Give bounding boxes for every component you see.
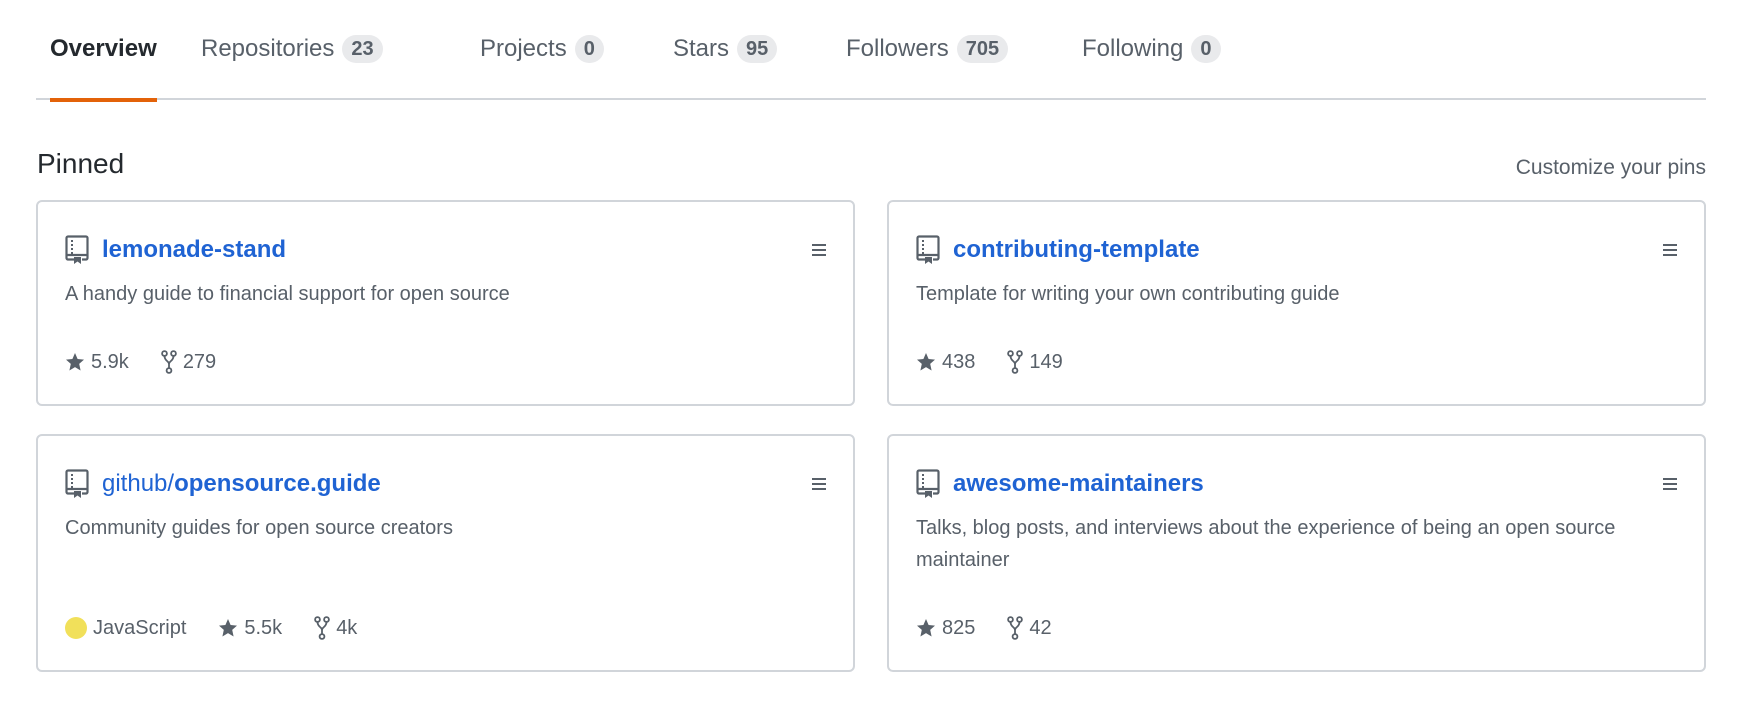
star-icon <box>916 618 936 638</box>
repo-link[interactable]: awesome-maintainers <box>953 470 1204 498</box>
fork-count: 149 <box>1029 350 1063 373</box>
tab-label: Repositories <box>201 35 335 62</box>
repo-link[interactable]: lemonade-stand <box>102 236 286 264</box>
tab-label: Stars <box>673 35 730 62</box>
pinned-card: lemonade-stand A handy guide to financia… <box>36 200 855 406</box>
star-count: 5.5k <box>244 616 283 639</box>
grabber-icon[interactable] <box>811 476 827 492</box>
pinned-card: github/opensource.guide Community guides… <box>36 434 855 672</box>
repo-link[interactable]: contributing-template <box>953 236 1200 264</box>
tab-following[interactable]: Following 0 <box>1082 0 1221 100</box>
star-count: 5.9k <box>91 350 129 373</box>
customize-pins-link[interactable]: Customize your pins <box>1516 156 1706 180</box>
stargazers-link[interactable]: 5.9k <box>65 351 129 374</box>
card-header: awesome-maintainers <box>916 469 1204 499</box>
language-color-dot <box>65 617 87 639</box>
repo-icon <box>916 469 940 499</box>
star-icon <box>65 352 85 372</box>
tab-followers[interactable]: Followers 705 <box>846 0 1009 100</box>
fork-count: 4k <box>336 616 358 639</box>
repo-description: Talks, blog posts, and interviews about … <box>916 517 1616 571</box>
language-name: JavaScript <box>93 616 187 639</box>
grabber-icon[interactable] <box>1662 242 1678 258</box>
repo-name: opensource.guide <box>174 470 381 497</box>
tab-counter: 0 <box>1191 35 1221 63</box>
grabber-icon[interactable] <box>1662 476 1678 492</box>
profile-tabs: Overview Repositories 23 Projects 0 Star… <box>36 0 1706 102</box>
tab-label: Overview <box>50 35 157 62</box>
tab-counter: 705 <box>956 35 1009 63</box>
repo-language: JavaScript <box>65 617 186 640</box>
pinned-card: contributing-template Template for writi… <box>887 200 1706 406</box>
repo-meta: 5.9k 279 <box>65 350 248 374</box>
tab-repositories[interactable]: Repositories 23 <box>201 0 383 100</box>
repo-name: awesome-maintainers <box>953 470 1204 497</box>
repo-meta: JavaScript 5.5k 4k <box>65 616 389 640</box>
fork-count: 279 <box>182 350 217 373</box>
repo-description: Community guides for open source creator… <box>65 517 453 539</box>
repo-owner: github/ <box>102 470 175 497</box>
tab-projects[interactable]: Projects 0 <box>480 0 604 100</box>
card-header: contributing-template <box>916 235 1200 265</box>
star-count: 438 <box>942 350 976 373</box>
tab-counter: 95 <box>737 35 778 63</box>
fork-icon <box>314 616 330 640</box>
stargazers-link[interactable]: 438 <box>916 351 975 374</box>
tab-label: Projects <box>480 35 567 62</box>
stargazers-link[interactable]: 825 <box>916 617 975 640</box>
repo-link[interactable]: github/opensource.guide <box>102 470 381 498</box>
forks-link[interactable]: 4k <box>314 616 357 640</box>
forks-link[interactable]: 279 <box>161 350 216 374</box>
repo-icon <box>65 235 89 265</box>
stargazers-link[interactable]: 5.5k <box>218 617 282 640</box>
repo-icon <box>916 235 940 265</box>
tab-counter: 0 <box>574 35 604 63</box>
card-header: lemonade-stand <box>65 235 286 265</box>
repo-description: Template for writing your own contributi… <box>916 283 1340 305</box>
star-count: 825 <box>942 616 976 639</box>
star-icon <box>916 352 936 372</box>
grabber-icon[interactable] <box>811 242 827 258</box>
repo-name: contributing-template <box>953 236 1200 263</box>
star-icon <box>218 618 238 638</box>
repo-meta: 438 149 <box>916 350 1095 374</box>
tab-overview[interactable]: Overview <box>50 0 157 102</box>
fork-count: 42 <box>1029 616 1052 639</box>
fork-icon <box>161 350 177 374</box>
forks-link[interactable]: 42 <box>1007 616 1052 640</box>
tab-counter: 23 <box>342 35 383 63</box>
repo-icon <box>65 469 89 499</box>
pinned-card: awesome-maintainers Talks, blog posts, a… <box>887 434 1706 672</box>
fork-icon <box>1007 616 1023 640</box>
fork-icon <box>1007 350 1023 374</box>
card-header: github/opensource.guide <box>65 469 381 499</box>
forks-link[interactable]: 149 <box>1007 350 1063 374</box>
repo-description: A handy guide to financial support for o… <box>65 283 510 305</box>
tab-label: Followers <box>846 35 949 62</box>
repo-meta: 825 42 <box>916 616 1084 640</box>
repo-name: lemonade-stand <box>102 236 287 263</box>
pinned-heading: Pinned <box>37 148 125 179</box>
tab-label: Following <box>1082 35 1184 62</box>
tab-stars[interactable]: Stars 95 <box>673 0 778 100</box>
